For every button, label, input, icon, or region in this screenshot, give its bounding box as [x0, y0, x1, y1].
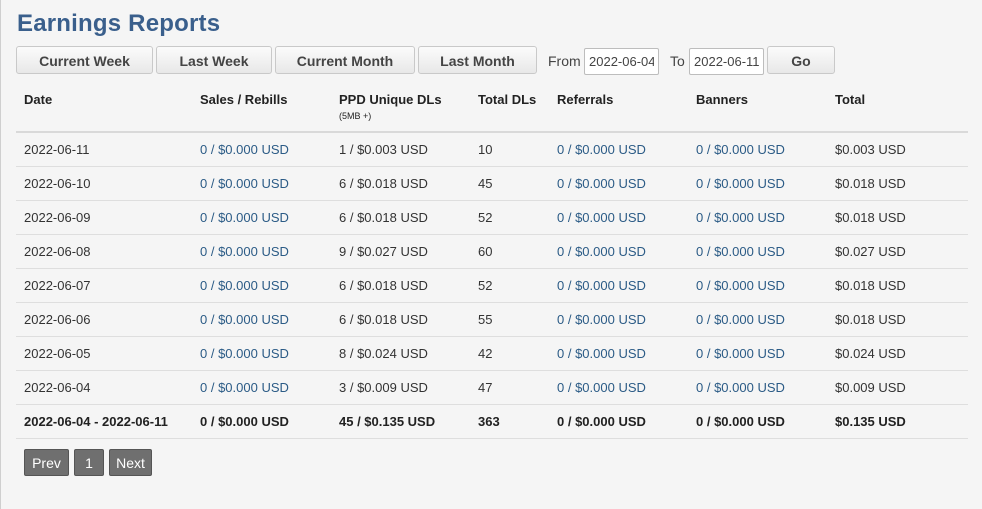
header-sales-rebills[interactable]: Sales / Rebills: [192, 84, 331, 133]
cell-total-dls: 363: [470, 404, 549, 439]
header-ppd-sublabel: (5MB +): [339, 111, 372, 121]
cell-date: 2022-06-05: [16, 336, 192, 371]
cell-total-dls: 10: [470, 132, 549, 167]
cell-total: $0.018 USD: [827, 268, 968, 303]
from-label: From: [548, 53, 581, 69]
cell-referrals[interactable]: 0 / $0.000 USD: [549, 370, 688, 405]
cell-total: $0.024 USD: [827, 336, 968, 371]
go-button[interactable]: Go: [767, 46, 835, 74]
cell-banners[interactable]: 0 / $0.000 USD: [688, 302, 827, 337]
cell-referrals[interactable]: 0 / $0.000 USD: [549, 268, 688, 303]
cell-banners[interactable]: 0 / $0.000 USD: [688, 336, 827, 371]
page-1-button[interactable]: 1: [74, 449, 104, 476]
header-ppd-label: PPD Unique DLs: [339, 92, 442, 107]
cell-date: 2022-06-11: [16, 132, 192, 167]
table-row: 2022-06-11 0 / $0.000 USD 1 / $0.003 USD 10…: [16, 132, 968, 167]
to-label: To: [670, 53, 685, 69]
cell-date: 2022-06-04: [16, 370, 192, 405]
last-week-button[interactable]: Last Week: [156, 46, 272, 74]
cell-ppd-unique-dls: 6 / $0.018 USD: [331, 268, 470, 303]
header-ppd-unique-dls[interactable]: PPD Unique DLs (5MB +): [331, 84, 470, 133]
cell-ppd-unique-dls: 6 / $0.018 USD: [331, 200, 470, 235]
page-title: Earnings Reports: [17, 10, 221, 37]
cell-banners: 0 / $0.000 USD: [688, 404, 827, 439]
cell-banners[interactable]: 0 / $0.000 USD: [688, 132, 827, 167]
cell-total: $0.009 USD: [827, 370, 968, 405]
header-referrals[interactable]: Referrals: [549, 84, 688, 133]
cell-sales-rebills[interactable]: 0 / $0.000 USD: [192, 200, 331, 235]
cell-ppd-unique-dls: 9 / $0.027 USD: [331, 234, 470, 269]
cell-sales-rebills: 0 / $0.000 USD: [192, 404, 331, 439]
cell-banners[interactable]: 0 / $0.000 USD: [688, 234, 827, 269]
cell-date: 2022-06-08: [16, 234, 192, 269]
cell-referrals[interactable]: 0 / $0.000 USD: [549, 166, 688, 201]
cell-total: $0.018 USD: [827, 302, 968, 337]
cell-sales-rebills[interactable]: 0 / $0.000 USD: [192, 234, 331, 269]
current-week-button[interactable]: Current Week: [16, 46, 153, 74]
cell-total-dls: 52: [470, 200, 549, 235]
table-row: 2022-06-04 0 / $0.000 USD 3 / $0.009 USD 47…: [16, 370, 968, 405]
current-month-button[interactable]: Current Month: [275, 46, 415, 74]
cell-total: $0.027 USD: [827, 234, 968, 269]
cell-sales-rebills[interactable]: 0 / $0.000 USD: [192, 268, 331, 303]
table-total-row: 2022-06-04 - 2022-06-11 0 / $0.000 USD 45 …: [16, 404, 968, 439]
next-page-button[interactable]: Next: [109, 449, 152, 476]
cell-total-dls: 60: [470, 234, 549, 269]
cell-banners[interactable]: 0 / $0.000 USD: [688, 268, 827, 303]
table-row: 2022-06-05 0 / $0.000 USD 8 / $0.024 USD 42…: [16, 336, 968, 371]
cell-sales-rebills[interactable]: 0 / $0.000 USD: [192, 166, 331, 201]
header-total-dls[interactable]: Total DLs: [470, 84, 549, 133]
cell-total: $0.018 USD: [827, 200, 968, 235]
cell-date: 2022-06-04 - 2022-06-11: [16, 404, 192, 439]
cell-referrals[interactable]: 0 / $0.000 USD: [549, 234, 688, 269]
cell-ppd-unique-dls: 3 / $0.009 USD: [331, 370, 470, 405]
cell-ppd-unique-dls: 45 / $0.135 USD: [331, 404, 470, 439]
table-row: 2022-06-09 0 / $0.000 USD 6 / $0.018 USD 52…: [16, 200, 968, 235]
header-total[interactable]: Total: [827, 84, 968, 133]
cell-sales-rebills[interactable]: 0 / $0.000 USD: [192, 302, 331, 337]
cell-total-dls: 52: [470, 268, 549, 303]
cell-referrals[interactable]: 0 / $0.000 USD: [549, 336, 688, 371]
cell-ppd-unique-dls: 6 / $0.018 USD: [331, 302, 470, 337]
header-banners[interactable]: Banners: [688, 84, 827, 133]
cell-date: 2022-06-10: [16, 166, 192, 201]
cell-referrals[interactable]: 0 / $0.000 USD: [549, 302, 688, 337]
cell-ppd-unique-dls: 6 / $0.018 USD: [331, 166, 470, 201]
cell-date: 2022-06-07: [16, 268, 192, 303]
cell-sales-rebills[interactable]: 0 / $0.000 USD: [192, 370, 331, 405]
cell-total-dls: 55: [470, 302, 549, 337]
table-row: 2022-06-06 0 / $0.000 USD 6 / $0.018 USD 55…: [16, 302, 968, 337]
cell-ppd-unique-dls: 1 / $0.003 USD: [331, 132, 470, 167]
cell-banners[interactable]: 0 / $0.000 USD: [688, 200, 827, 235]
last-month-button[interactable]: Last Month: [418, 46, 537, 74]
cell-ppd-unique-dls: 8 / $0.024 USD: [331, 336, 470, 371]
earnings-table: Date Sales / Rebills PPD Unique DLs (5MB…: [16, 84, 968, 439]
from-date-input[interactable]: [584, 48, 659, 75]
to-date-input[interactable]: [689, 48, 764, 75]
cell-referrals[interactable]: 0 / $0.000 USD: [549, 132, 688, 167]
table-header-row: Date Sales / Rebills PPD Unique DLs (5MB…: [16, 84, 968, 133]
cell-banners[interactable]: 0 / $0.000 USD: [688, 370, 827, 405]
cell-date: 2022-06-06: [16, 302, 192, 337]
cell-date: 2022-06-09: [16, 200, 192, 235]
cell-sales-rebills[interactable]: 0 / $0.000 USD: [192, 132, 331, 167]
cell-sales-rebills[interactable]: 0 / $0.000 USD: [192, 336, 331, 371]
prev-page-button[interactable]: Prev: [24, 449, 69, 476]
cell-total-dls: 47: [470, 370, 549, 405]
cell-total: $0.135 USD: [827, 404, 968, 439]
cell-referrals: 0 / $0.000 USD: [549, 404, 688, 439]
table-row: 2022-06-10 0 / $0.000 USD 6 / $0.018 USD 45…: [16, 166, 968, 201]
cell-total: $0.003 USD: [827, 132, 968, 167]
table-row: 2022-06-08 0 / $0.000 USD 9 / $0.027 USD 60…: [16, 234, 968, 269]
cell-banners[interactable]: 0 / $0.000 USD: [688, 166, 827, 201]
cell-total-dls: 42: [470, 336, 549, 371]
header-date[interactable]: Date: [16, 84, 192, 133]
cell-referrals[interactable]: 0 / $0.000 USD: [549, 200, 688, 235]
cell-total: $0.018 USD: [827, 166, 968, 201]
page-left-border: [0, 0, 1, 509]
table-row: 2022-06-07 0 / $0.000 USD 6 / $0.018 USD 52…: [16, 268, 968, 303]
cell-total-dls: 45: [470, 166, 549, 201]
